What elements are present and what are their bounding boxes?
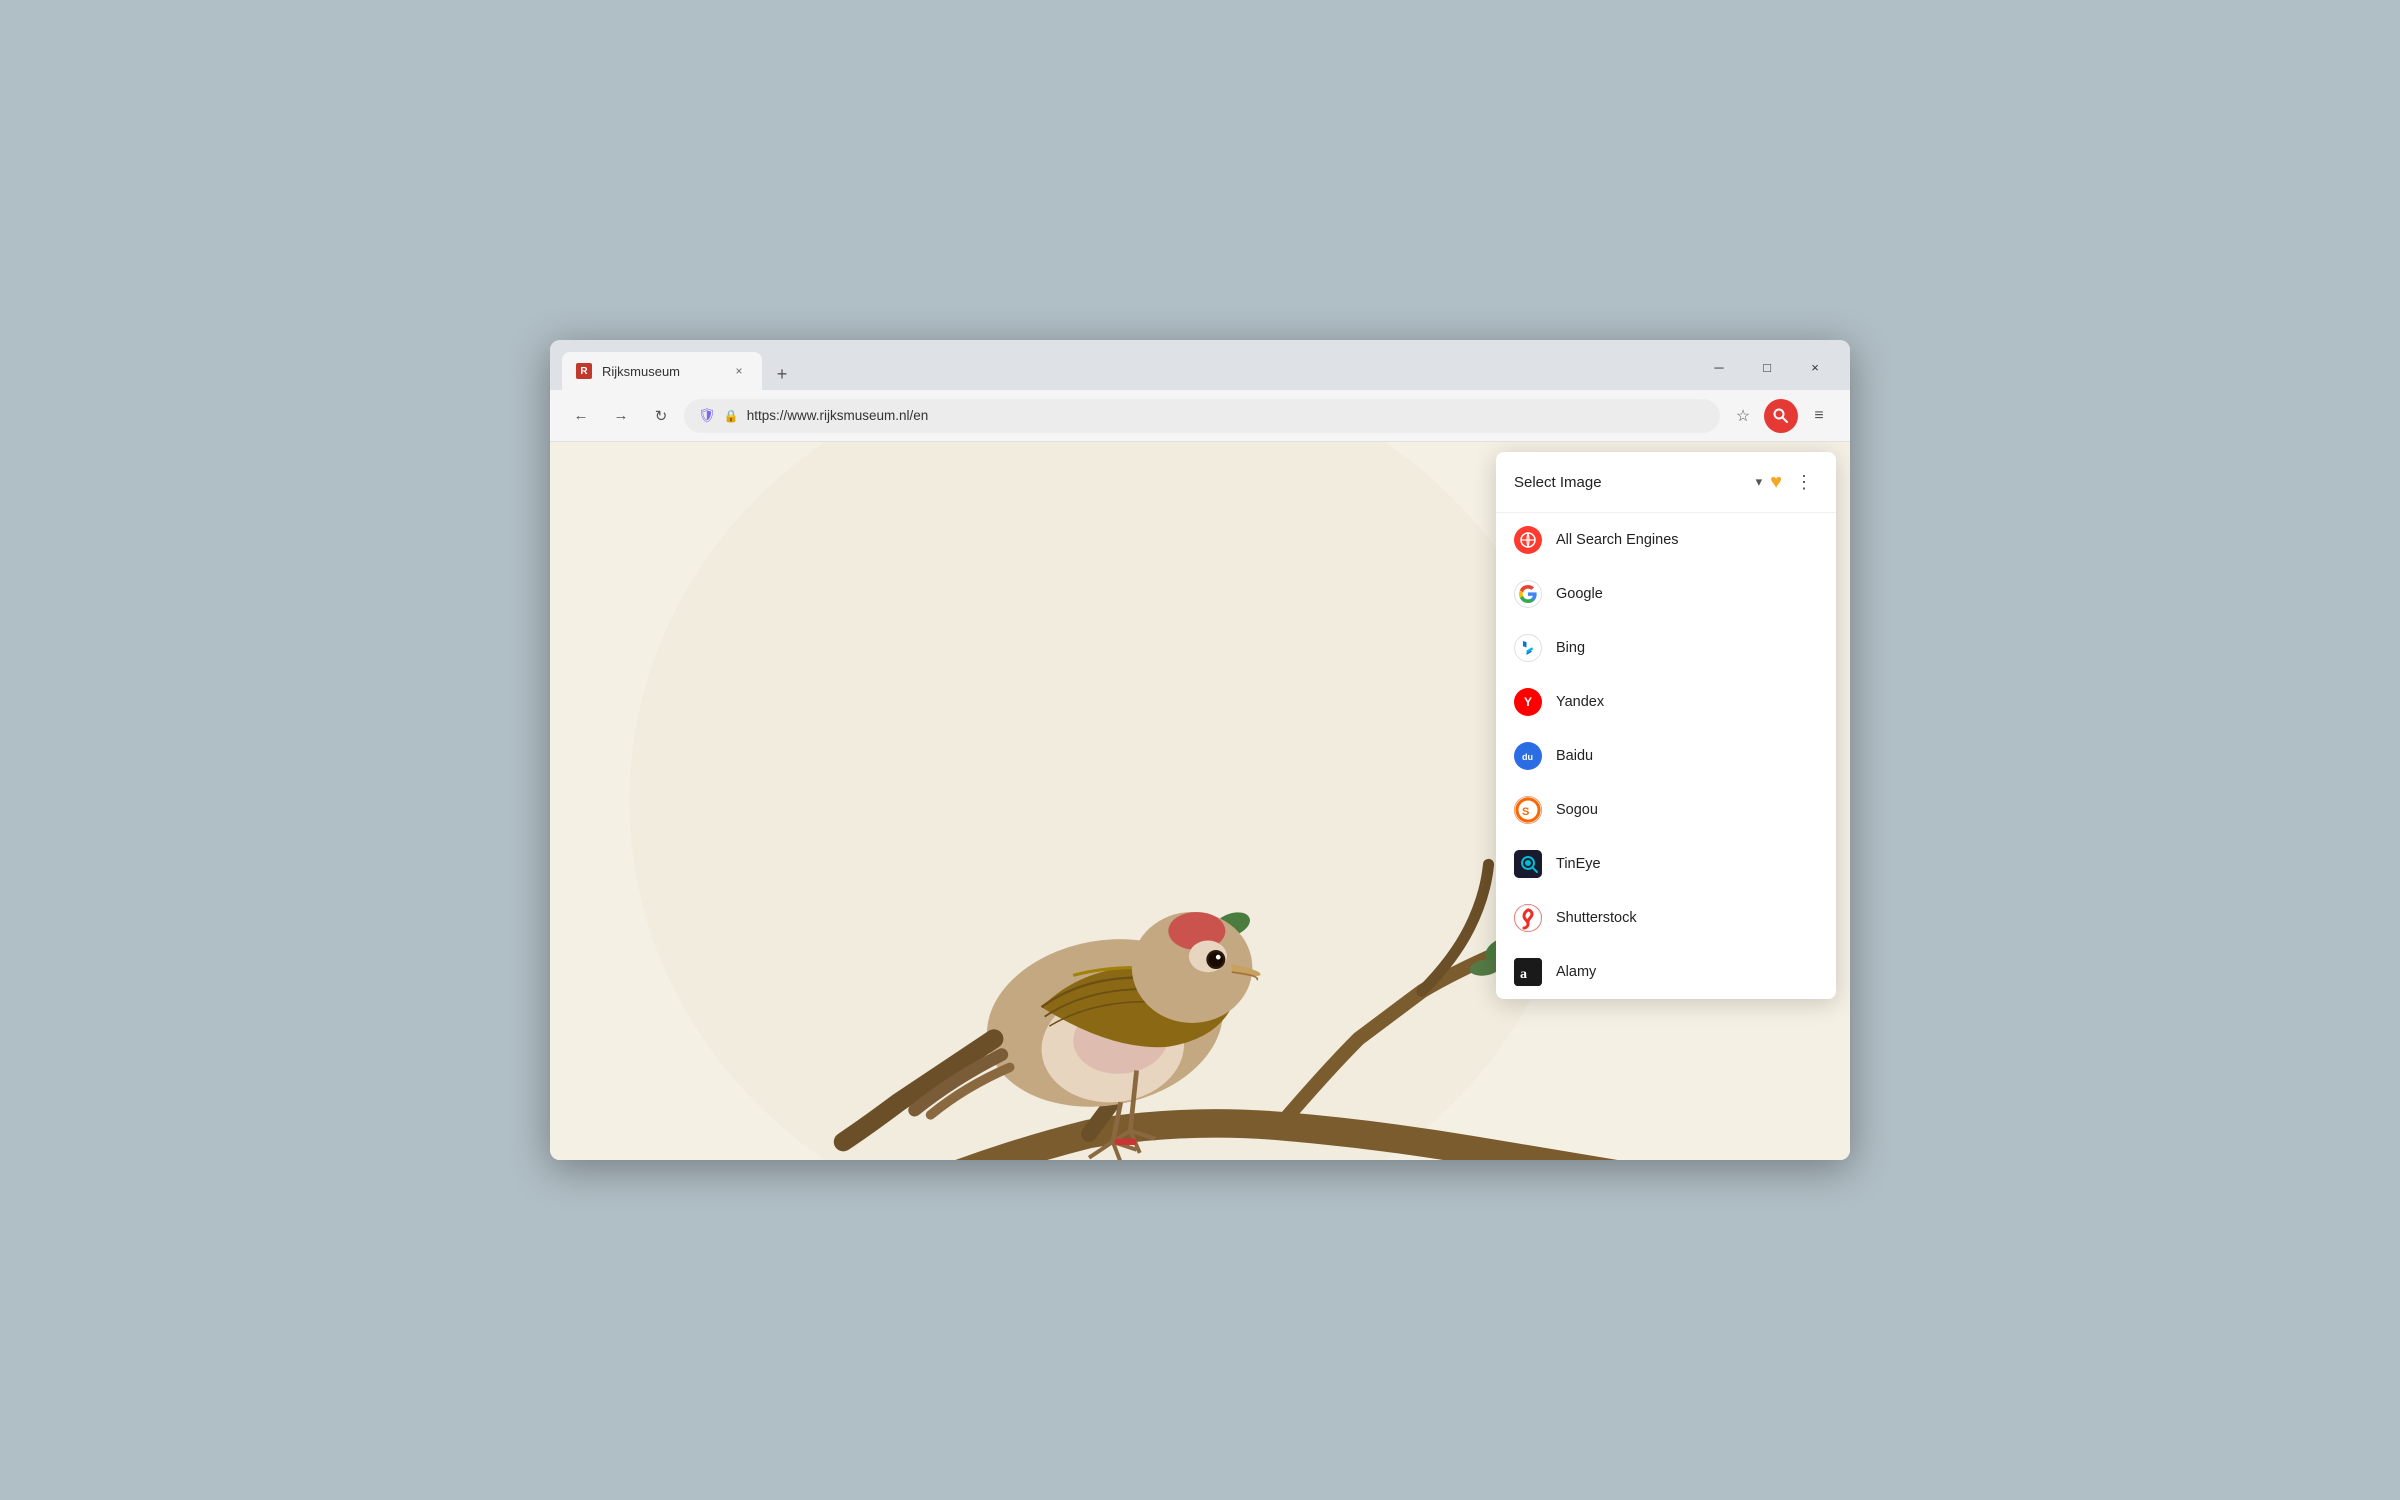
tab-close-button[interactable]: × — [730, 362, 748, 380]
forward-button[interactable]: → — [604, 399, 638, 433]
all-search-label: All Search Engines — [1556, 532, 1679, 548]
tab-favicon: R — [576, 363, 592, 379]
dropdown-title: Select Image — [1514, 474, 1748, 491]
bird-painting: Select Image ▾ ♥ ⋮ All S — [550, 442, 1850, 1160]
more-options-button[interactable]: ⋮ — [1790, 468, 1818, 496]
baidu-label: Baidu — [1556, 748, 1593, 764]
minimize-button[interactable]: ─ — [1696, 352, 1742, 382]
sogou-item[interactable]: S Sogou — [1496, 783, 1836, 837]
back-button[interactable]: ← — [564, 399, 598, 433]
yandex-item[interactable]: Y Yandex — [1496, 675, 1836, 729]
refresh-button[interactable]: ↻ — [644, 399, 678, 433]
shutterstock-label: Shutterstock — [1556, 910, 1637, 926]
all-search-engines-item[interactable]: All Search Engines — [1496, 513, 1836, 567]
baidu-item[interactable]: du Baidu — [1496, 729, 1836, 783]
navigation-bar: ← → ↻ 🛡 🔒 https://www.rijksmuseum.nl/en … — [550, 390, 1850, 442]
close-button[interactable]: × — [1792, 352, 1838, 382]
shield-icon: 🛡 — [698, 407, 716, 424]
all-search-icon — [1514, 526, 1542, 554]
google-item[interactable]: Google — [1496, 567, 1836, 621]
shutterstock-item[interactable]: Shutterstock — [1496, 891, 1836, 945]
svg-text:a: a — [1520, 967, 1527, 982]
sogou-label: Sogou — [1556, 802, 1598, 818]
bookmark-button[interactable]: ☆ — [1726, 399, 1760, 433]
lock-icon: 🔒 — [724, 409, 739, 423]
tineye-icon — [1514, 850, 1542, 878]
tab-title: Rijksmuseum — [602, 364, 720, 379]
browser-window: R Rijksmuseum × + ─ □ × ← → ↻ 🛡 🔒 https:… — [550, 340, 1850, 1160]
bing-icon — [1514, 634, 1542, 662]
menu-button[interactable]: ≡ — [1802, 399, 1836, 433]
google-icon — [1514, 580, 1542, 608]
alamy-icon: a — [1514, 958, 1542, 986]
bing-item[interactable]: Bing — [1496, 621, 1836, 675]
svg-text:S: S — [1522, 806, 1529, 818]
svg-text:Y: Y — [1524, 695, 1532, 709]
bing-label: Bing — [1556, 640, 1585, 656]
yandex-icon: Y — [1514, 688, 1542, 716]
search-engine-dropdown: Select Image ▾ ♥ ⋮ All S — [1496, 452, 1836, 999]
new-tab-button[interactable]: + — [766, 358, 798, 390]
search-extension-button[interactable] — [1764, 399, 1798, 433]
url-text: https://www.rijksmuseum.nl/en — [747, 408, 1706, 423]
tineye-label: TinEye — [1556, 856, 1601, 872]
yandex-label: Yandex — [1556, 694, 1604, 710]
nav-right-controls: ☆ ≡ — [1726, 399, 1836, 433]
sogou-icon: S — [1514, 796, 1542, 824]
dropdown-arrow-icon[interactable]: ▾ — [1756, 474, 1763, 490]
alamy-item[interactable]: a Alamy — [1496, 945, 1836, 999]
tineye-item[interactable]: TinEye — [1496, 837, 1836, 891]
address-bar[interactable]: 🛡 🔒 https://www.rijksmuseum.nl/en — [684, 399, 1720, 433]
page-content: Select Image ▾ ♥ ⋮ All S — [550, 442, 1850, 1160]
alamy-label: Alamy — [1556, 964, 1596, 980]
shutterstock-icon — [1514, 904, 1542, 932]
baidu-icon: du — [1514, 742, 1542, 770]
title-bar: R Rijksmuseum × + ─ □ × — [550, 340, 1850, 390]
dropdown-header: Select Image ▾ ♥ ⋮ — [1496, 452, 1836, 513]
favorite-icon[interactable]: ♥ — [1770, 471, 1782, 494]
svg-text:du: du — [1522, 752, 1533, 762]
google-label: Google — [1556, 586, 1603, 602]
active-tab[interactable]: R Rijksmuseum × — [562, 352, 762, 390]
window-controls: ─ □ × — [1696, 352, 1838, 390]
maximize-button[interactable]: □ — [1744, 352, 1790, 382]
